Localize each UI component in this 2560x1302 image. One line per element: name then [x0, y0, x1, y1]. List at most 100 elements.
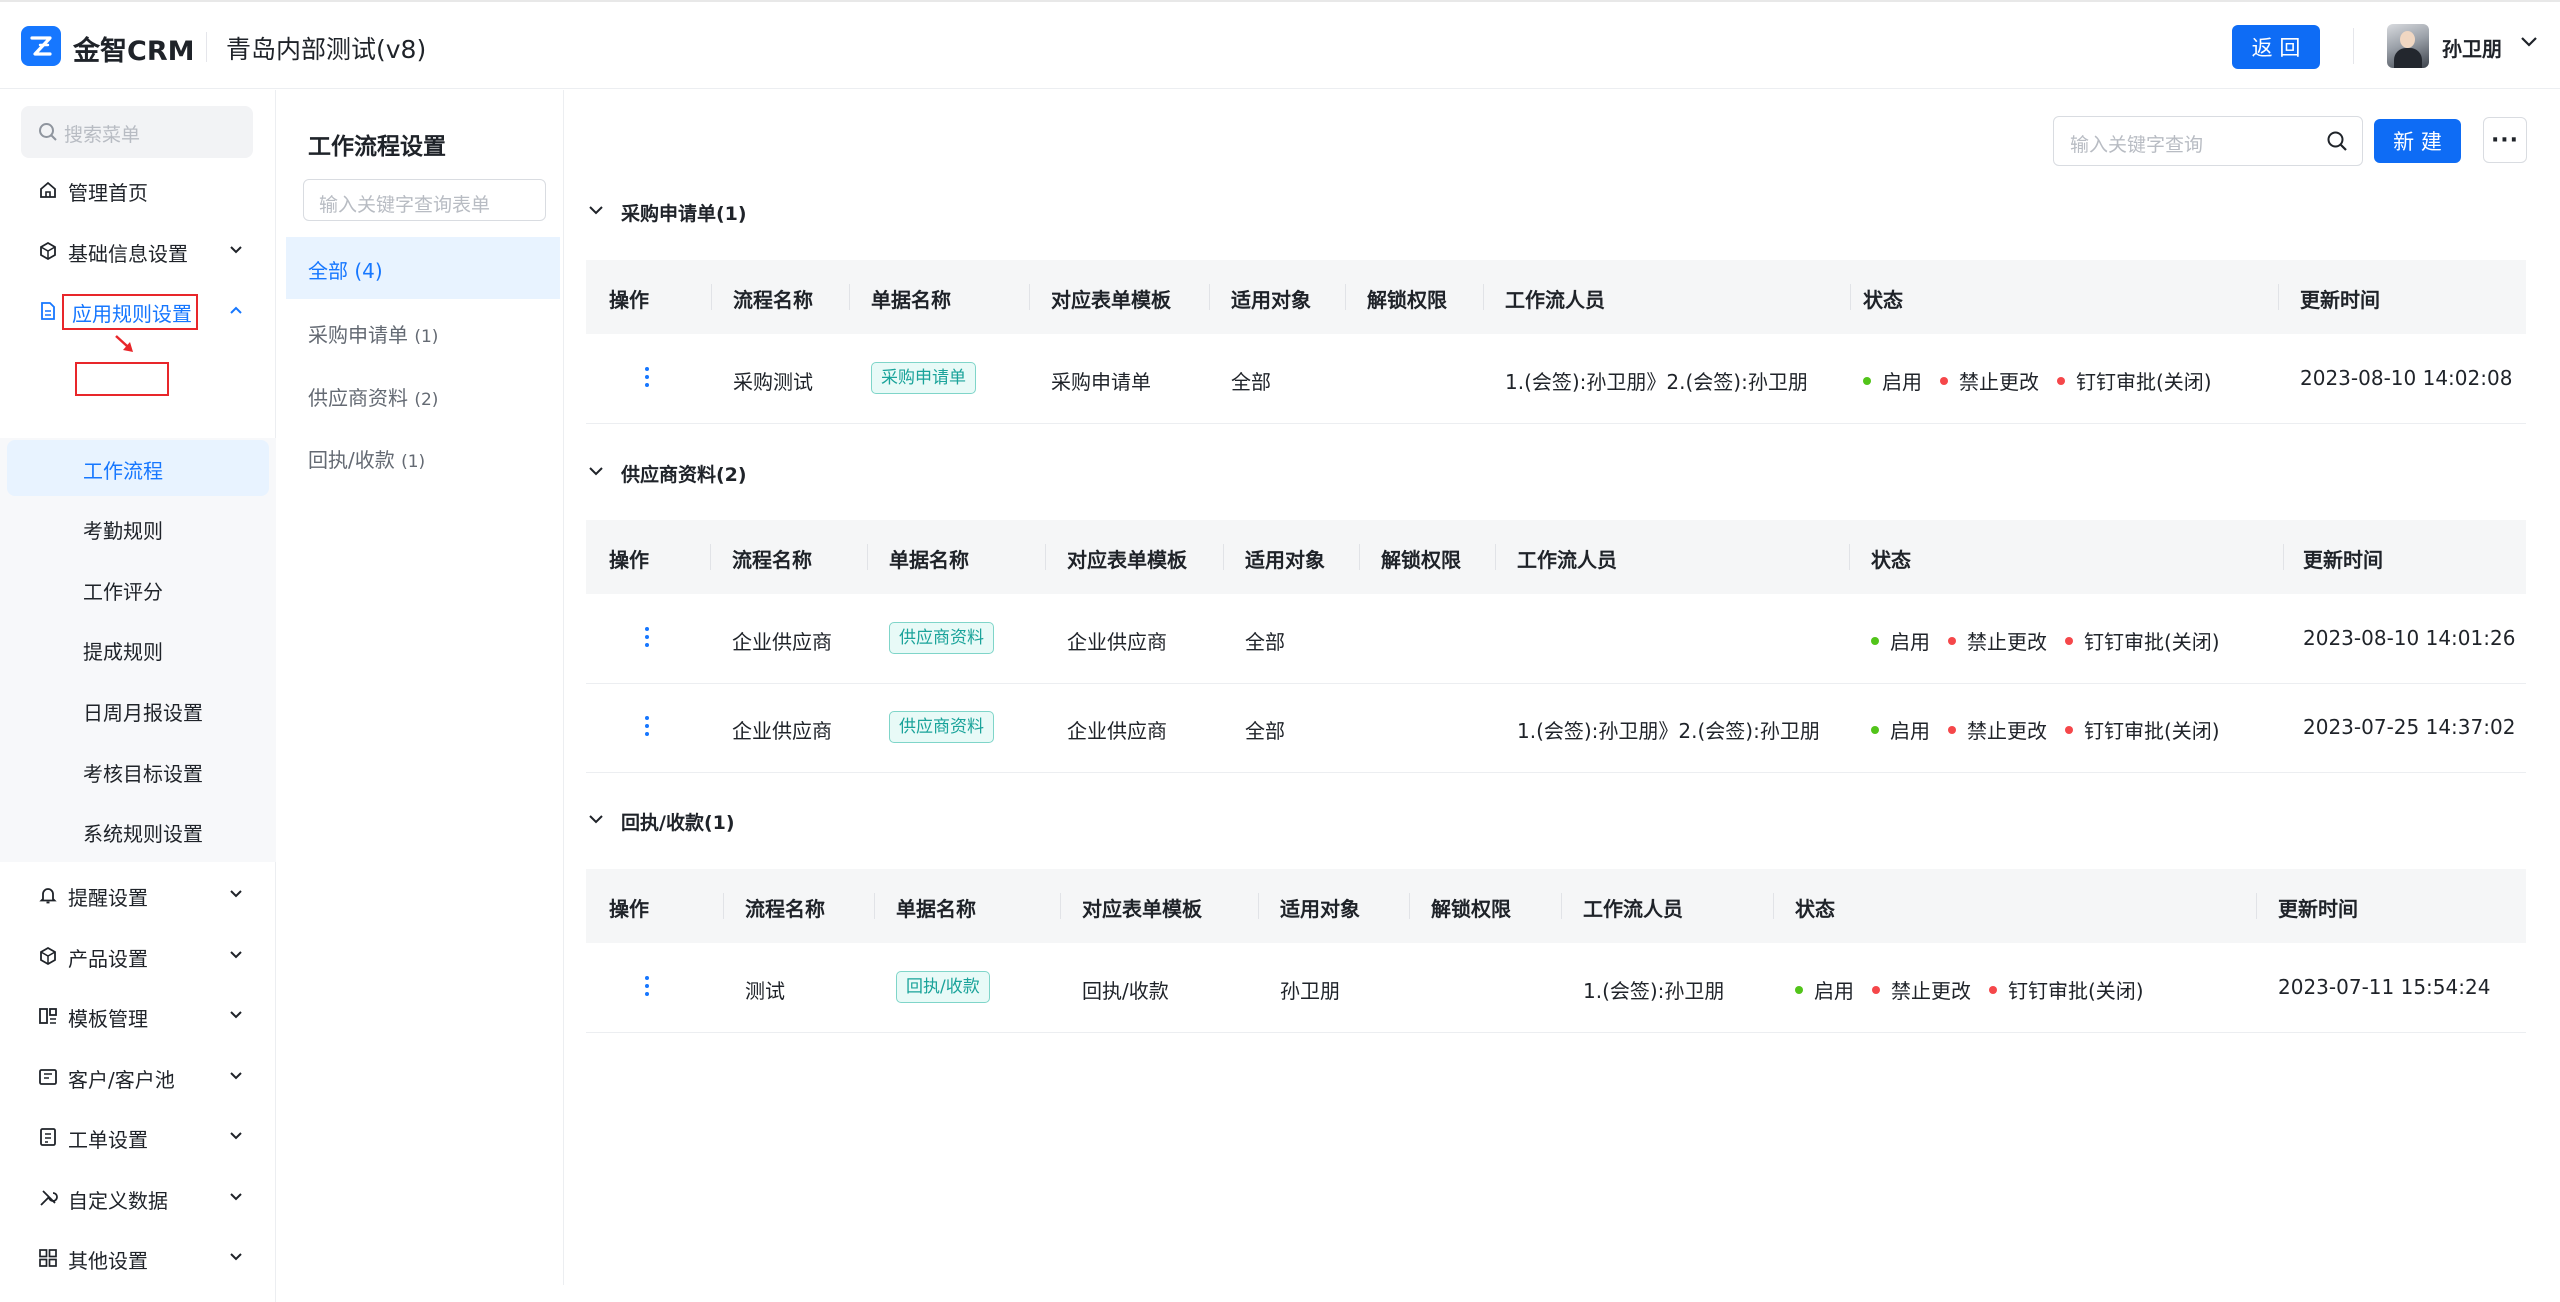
template-icon: [39, 1008, 57, 1024]
table-header: 操作 流程名称 单据名称 对应表单模板 适用对象 解锁权限 工作流人员 状态 更…: [586, 520, 2526, 594]
category-purchase[interactable]: 采购申请单 (1): [286, 301, 560, 363]
table-row[interactable]: 企业供应商 供应商资料 企业供应商 全部 启用 禁止更改 钉钉审批(关闭) 20…: [586, 594, 2526, 684]
form-template: 企业供应商: [1067, 719, 1167, 743]
section-title: 回执/收款(1): [621, 812, 735, 834]
update-time: 2023-07-11 15:54:24: [2278, 975, 2491, 999]
sidebar-item-customers[interactable]: 客户/客户池: [0, 1049, 276, 1105]
annotation-box: [62, 294, 198, 330]
chevron-down-icon: [230, 246, 242, 254]
submenu-item-targets[interactable]: 考核目标设置: [0, 743, 276, 799]
keyword-search-input[interactable]: 输入关键字查询: [2053, 116, 2363, 166]
form-search-input[interactable]: 输入关键字查询表单: [303, 179, 546, 221]
column-header: 操作: [609, 288, 649, 312]
chevron-down-icon: [230, 1253, 242, 1261]
flow-name: 企业供应商: [732, 719, 832, 743]
category-supplier[interactable]: 供应商资料 (2): [286, 364, 560, 426]
category-count: (4): [354, 259, 383, 283]
submenu-item-label: 工作评分: [83, 580, 163, 604]
status-locked: 禁止更改: [1959, 370, 2039, 394]
form-template: 企业供应商: [1067, 630, 1167, 654]
table-row[interactable]: 企业供应商 供应商资料 企业供应商 全部 1.(会签):孙卫朋》2.(会签):孙…: [586, 683, 2526, 773]
category-count: (1): [401, 452, 426, 472]
document-icon: [41, 302, 55, 320]
status-group: 启用 禁止更改 钉钉审批(关闭): [1871, 715, 2220, 744]
chevron-down-icon: [230, 1132, 242, 1140]
status-dingtalk: 钉钉审批(关闭): [2084, 719, 2220, 743]
chevron-down-icon: [589, 467, 603, 476]
column-header: 单据名称: [871, 288, 951, 312]
row-actions-icon[interactable]: [641, 364, 653, 394]
more-button[interactable]: ···: [2483, 117, 2527, 163]
form-template: 回执/收款: [1082, 979, 1169, 1003]
submenu-item-attendance[interactable]: 考勤规则: [0, 500, 276, 556]
sidebar-item-templates[interactable]: 模板管理: [0, 988, 276, 1044]
table-row[interactable]: 测试 回执/收款 回执/收款 孙卫朋 1.(会签):孙卫朋 启用 禁止更改 钉钉…: [586, 943, 2526, 1033]
chevron-down-icon[interactable]: [2520, 36, 2538, 48]
sidebar-item-products[interactable]: 产品设置: [0, 928, 276, 984]
sidebar-item-label: 客户/客户池: [68, 1068, 175, 1092]
submenu-item-label: 考勤规则: [83, 519, 163, 543]
sidebar-item-home[interactable]: 管理首页: [0, 162, 276, 218]
row-actions-icon[interactable]: [641, 973, 653, 1003]
sidebar-item-basic-info[interactable]: 基础信息设置: [0, 223, 276, 279]
column-header: 适用对象: [1280, 897, 1360, 921]
column-header: 流程名称: [733, 288, 813, 312]
flow-name: 测试: [745, 979, 785, 1003]
column-header: 状态: [1795, 897, 1835, 921]
category-all[interactable]: 全部 (4): [286, 237, 560, 299]
cube-icon: [40, 946, 56, 966]
status-enabled: 启用: [1814, 979, 1854, 1003]
section-header-purchase[interactable]: 采购申请单(1): [586, 197, 886, 227]
keyword-search-placeholder: 输入关键字查询: [2070, 134, 2204, 156]
section-header-supplier[interactable]: 供应商资料(2): [586, 458, 886, 488]
submenu-item-reports[interactable]: 日周月报设置: [0, 682, 276, 738]
annotation-box: [75, 362, 169, 396]
submenu-item-commission[interactable]: 提成规则: [0, 621, 276, 677]
search-icon[interactable]: [2326, 130, 2348, 152]
category-receipt[interactable]: 回执/收款 (1): [286, 426, 560, 488]
submenu-item-label: 工作流程: [83, 459, 163, 483]
sidebar-item-label: 基础信息设置: [68, 242, 188, 266]
flow-name: 采购测试: [733, 370, 813, 394]
top-bar: 金智CRM 青岛内部测试(v8) 返 回 孙卫朋: [0, 0, 2560, 89]
user-name[interactable]: 孙卫朋: [2442, 33, 2502, 62]
status-locked: 禁止更改: [1891, 979, 1971, 1003]
chevron-down-icon: [230, 1193, 242, 1201]
section-title: 供应商资料(2): [621, 464, 747, 486]
section-title: 采购申请单(1): [621, 203, 747, 225]
table-row[interactable]: 采购测试 采购申请单 采购申请单 全部 1.(会签):孙卫朋》2.(会签):孙卫…: [586, 334, 2526, 424]
target: 全部: [1231, 370, 1271, 394]
sidebar: 搜索菜单 管理首页 基础信息设置 应用规则设置 工作流程 考勤规则 工作评分 提…: [0, 90, 276, 1302]
section-header-receipt[interactable]: 回执/收款(1): [586, 806, 886, 836]
submenu-item-system-rules[interactable]: 系统规则设置: [0, 803, 276, 859]
status-dingtalk: 钉钉审批(关闭): [2084, 630, 2220, 654]
target: 孙卫朋: [1280, 979, 1340, 1003]
sidebar-item-tickets[interactable]: 工单设置: [0, 1109, 276, 1165]
column-header: 对应表单模板: [1082, 897, 1202, 921]
category-name: 全部: [308, 259, 348, 283]
workflow-people: 1.(会签):孙卫朋: [1583, 979, 1725, 1003]
chevron-down-icon: [589, 815, 603, 824]
row-actions-icon[interactable]: [641, 624, 653, 654]
sidebar-item-other[interactable]: 其他设置: [0, 1230, 276, 1286]
row-actions-icon[interactable]: [641, 713, 653, 743]
logo-icon: [21, 26, 61, 66]
sidebar-item-custom-data[interactable]: 自定义数据: [0, 1170, 276, 1226]
status-group: 启用 禁止更改 钉钉审批(关闭): [1863, 366, 2212, 395]
submenu-item-workflow[interactable]: 工作流程: [0, 440, 276, 496]
search-icon: [39, 123, 57, 141]
doc-tag: 采购申请单: [871, 362, 976, 394]
column-header: 解锁权限: [1367, 288, 1447, 312]
update-time: 2023-08-10 14:01:26: [2303, 626, 2516, 650]
column-header: 工作流人员: [1505, 288, 1605, 312]
category-count: (2): [414, 390, 439, 410]
column-header: 单据名称: [889, 548, 969, 572]
avatar[interactable]: [2387, 24, 2429, 68]
column-header: 解锁权限: [1431, 897, 1511, 921]
back-button[interactable]: 返 回: [2232, 25, 2320, 69]
submenu-item-work-score[interactable]: 工作评分: [0, 561, 276, 617]
column-header: 解锁权限: [1381, 548, 1461, 572]
new-button[interactable]: 新 建: [2374, 119, 2461, 163]
sidebar-item-reminders[interactable]: 提醒设置: [0, 867, 276, 923]
menu-search-input[interactable]: 搜索菜单: [21, 106, 253, 158]
